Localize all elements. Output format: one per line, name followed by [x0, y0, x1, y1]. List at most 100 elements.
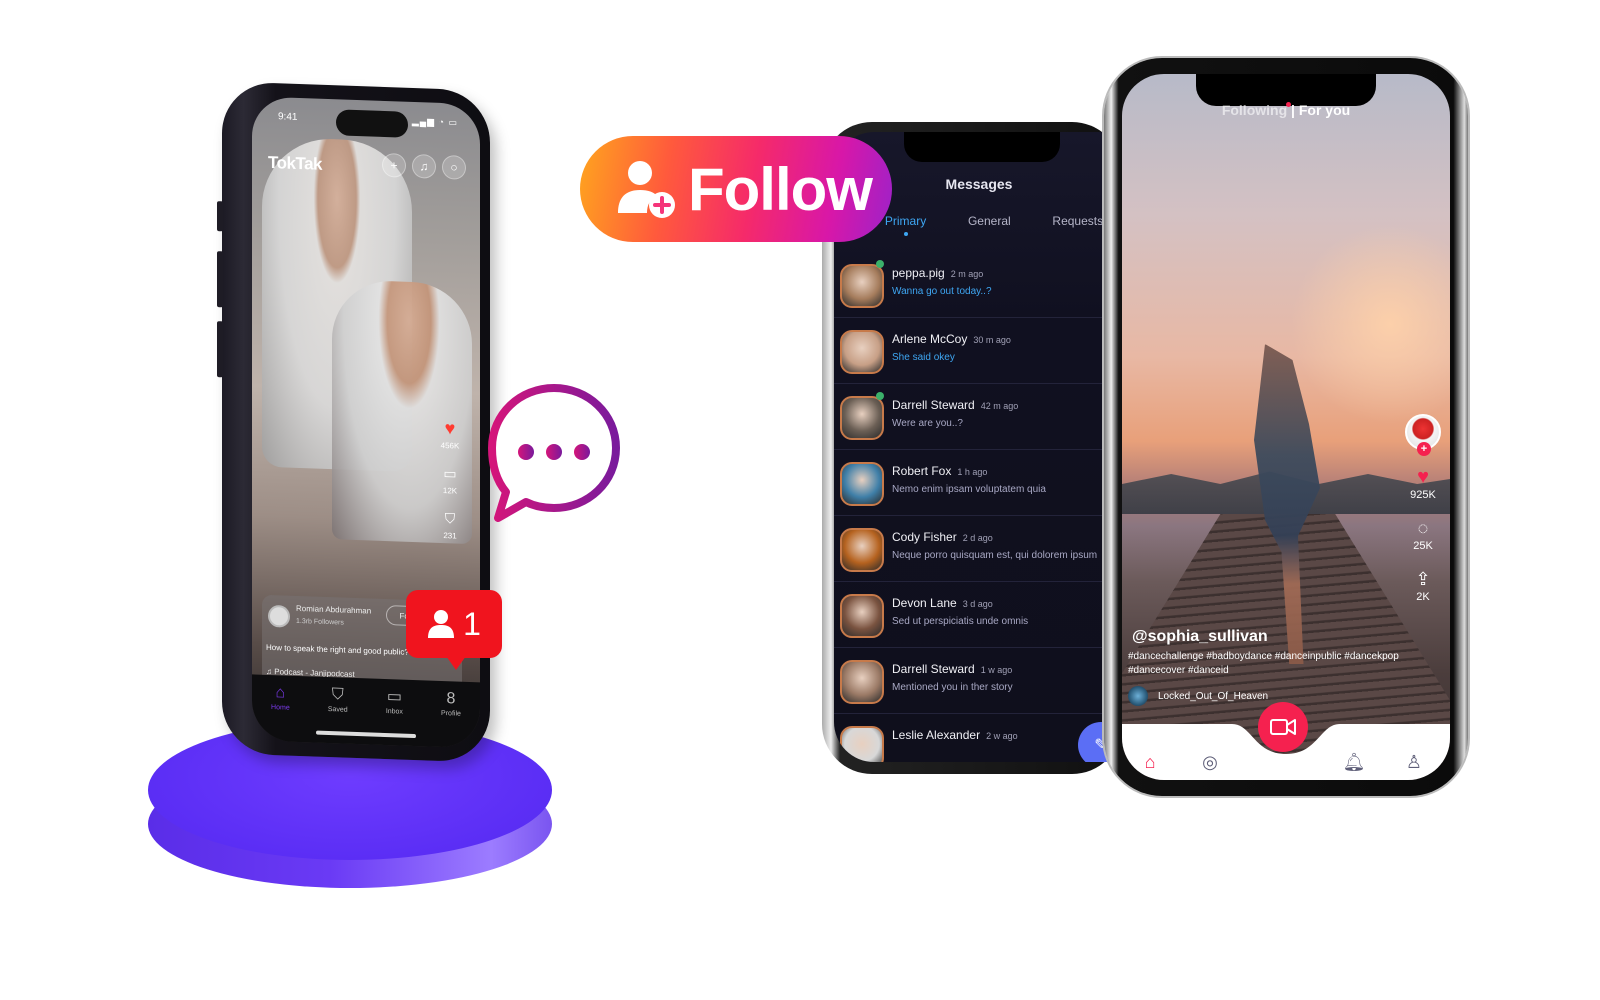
conversation-row[interactable]: Robert Fox 1 h ago Nemo enim ipsam volupta… — [834, 450, 1124, 516]
tab-following[interactable]: Following — [1222, 102, 1287, 118]
tab-label: Home — [271, 704, 290, 712]
message-time: 2 d ago — [962, 533, 993, 543]
creator-avatar[interactable] — [268, 604, 290, 628]
tab-primary[interactable]: Primary — [885, 214, 926, 236]
avatar[interactable] — [840, 396, 884, 440]
contact-name: Leslie Alexander 2 w ago — [892, 728, 1018, 742]
message-time: 2 m ago — [950, 269, 984, 279]
tab-general[interactable]: General — [968, 214, 1011, 228]
profile-icon: 8 — [446, 690, 456, 708]
tab-home[interactable]: ⌂ Home — [271, 684, 290, 742]
contact-name: Devon Lane 3 d ago — [892, 596, 993, 610]
avatar[interactable] — [840, 726, 884, 762]
message-time: 42 m ago — [980, 401, 1019, 411]
comment-count: 25K — [1413, 540, 1433, 552]
contact-name: Arlene McCoy 30 m ago — [892, 332, 1011, 346]
online-indicator — [876, 260, 884, 268]
creator-name: Romian Abdurahman — [296, 603, 372, 616]
contact-name-text: peppa.pig — [892, 266, 945, 280]
comment-count: 12K — [442, 486, 458, 496]
creator-avatar[interactable]: + — [1405, 414, 1441, 456]
action-rail: + ♥ 925K ◌ 25K ⇪ 2K — [1402, 414, 1444, 603]
conversation-list: peppa.pig 2 m ago Wanna go out today..? Arl… — [834, 252, 1124, 762]
bell-icon[interactable]: 🔔︎ — [1342, 750, 1366, 774]
home-icon: ⌂ — [275, 684, 286, 702]
message-preview: Nemo enim ipsam voluptatem quia — [892, 484, 1046, 495]
avatar[interactable] — [840, 528, 884, 572]
message-time: 3 d ago — [962, 599, 993, 609]
heart-icon[interactable]: ♥ — [1417, 467, 1429, 487]
creator-handle[interactable]: @sophia_sullivan — [1132, 628, 1268, 646]
avatar[interactable] — [840, 264, 884, 308]
app-name: TokTak — [268, 152, 322, 174]
bottom-tab-bar: ⌂ Home ⛉ Saved ▭ Inbox 8 Profile — [252, 674, 480, 749]
bookmark-icon[interactable]: ⛉ — [441, 509, 459, 528]
comment-icon[interactable]: ◌ — [1418, 519, 1429, 537]
bookmark-count: 231 — [443, 531, 457, 541]
tab-requests[interactable]: Requests — [1052, 214, 1103, 228]
heart-icon[interactable]: ♥ — [441, 418, 459, 438]
video-camera-icon — [1270, 719, 1296, 735]
follower-notification-badge: 1 — [406, 590, 502, 670]
search-icon[interactable]: ○ — [442, 155, 466, 180]
conversation-row[interactable]: Arlene McCoy 30 m ago She said okey — [834, 318, 1124, 384]
status-time: 9:41 — [278, 111, 298, 123]
phone-notch — [904, 132, 1060, 162]
contact-name: Cody Fisher 2 d ago — [892, 530, 993, 544]
contact-name-text: Darrell Steward — [892, 662, 975, 676]
video-hashtags[interactable]: #dancechallenge #badboydance #danceinpub… — [1128, 650, 1428, 678]
contact-name-text: Leslie Alexander — [892, 728, 981, 742]
contact-name-text: Darrell Steward — [892, 398, 975, 412]
contact-name: Robert Fox 1 h ago — [892, 464, 987, 478]
avatar[interactable] — [840, 660, 884, 704]
profile-icon[interactable]: ♙ — [1402, 750, 1426, 774]
follow-plus-icon[interactable]: + — [1417, 442, 1431, 456]
tab-for-you[interactable]: For you — [1299, 102, 1350, 118]
conversation-row[interactable]: peppa.pig 2 m ago Wanna go out today..? — [834, 252, 1124, 318]
contact-name-text: Robert Fox — [892, 464, 952, 478]
bell-icon[interactable]: ♫ — [412, 153, 436, 179]
explore-icon[interactable]: ◎ — [1198, 750, 1222, 774]
avatar[interactable] — [840, 330, 884, 374]
promo-stage: 9:41 ▂▄▆ ◔ ▭ TokTak + ♫ ○ ♥ 456K ▭ 12K ⛉… — [0, 0, 1600, 1000]
conversation-row[interactable]: Darrell Steward 1 w ago Mentioned you in t… — [834, 648, 1124, 714]
like-count: 456K — [440, 440, 460, 451]
message-time: 1 w ago — [980, 665, 1013, 675]
follow-label: Follow — [688, 155, 873, 223]
avatar[interactable] — [840, 462, 884, 506]
feed-tabs: Following | For you — [1122, 102, 1450, 118]
bookmark-icon: ⛉ — [331, 686, 344, 704]
comment-icon[interactable]: ▭ — [441, 464, 459, 483]
message-time: 1 h ago — [957, 467, 988, 477]
conversation-row[interactable]: Cody Fisher 2 d ago Neque porro quisquam e… — [834, 516, 1124, 582]
message-preview: Were are you..? — [892, 418, 963, 429]
home-icon[interactable]: ⌂ — [1138, 750, 1162, 774]
tab-label: Profile — [441, 709, 461, 718]
phone-side-button — [217, 201, 223, 232]
follow-button[interactable]: Follow — [580, 136, 892, 242]
add-icon[interactable]: + — [382, 152, 406, 178]
like-count: 925K — [1410, 489, 1436, 501]
conversation-row[interactable]: Darrell Steward 42 m ago Were are you..? — [834, 384, 1124, 450]
avatar[interactable] — [840, 594, 884, 638]
message-time: 30 m ago — [973, 335, 1011, 345]
chat-ellipsis-icon — [488, 384, 620, 522]
user-plus-icon — [618, 161, 675, 218]
tab-profile[interactable]: 8 Profile — [441, 690, 461, 748]
message-time: 2 w ago — [986, 731, 1018, 741]
message-preview: She said okey — [892, 352, 955, 363]
share-icon[interactable]: ⇪ — [1415, 570, 1430, 588]
user-icon — [428, 610, 455, 638]
online-indicator — [876, 392, 884, 400]
message-preview: Neque porro quisquam est, qui dolorem ip… — [892, 550, 1098, 561]
feed-tab-separator: | — [1291, 102, 1295, 118]
phone-side-button — [217, 251, 223, 308]
record-button[interactable] — [1258, 702, 1308, 752]
contact-name-text: Arlene McCoy — [892, 332, 968, 346]
top-actions: + ♫ ○ — [382, 152, 466, 180]
contact-name: Darrell Steward 1 w ago — [892, 662, 1012, 676]
notification-count: 1 — [463, 605, 481, 642]
audio-track[interactable]: Locked_Out_Of_Heaven — [1128, 686, 1268, 706]
conversation-row[interactable]: Devon Lane 3 d ago Sed ut perspiciatis und… — [834, 582, 1124, 648]
contact-name-text: Devon Lane — [892, 596, 957, 610]
